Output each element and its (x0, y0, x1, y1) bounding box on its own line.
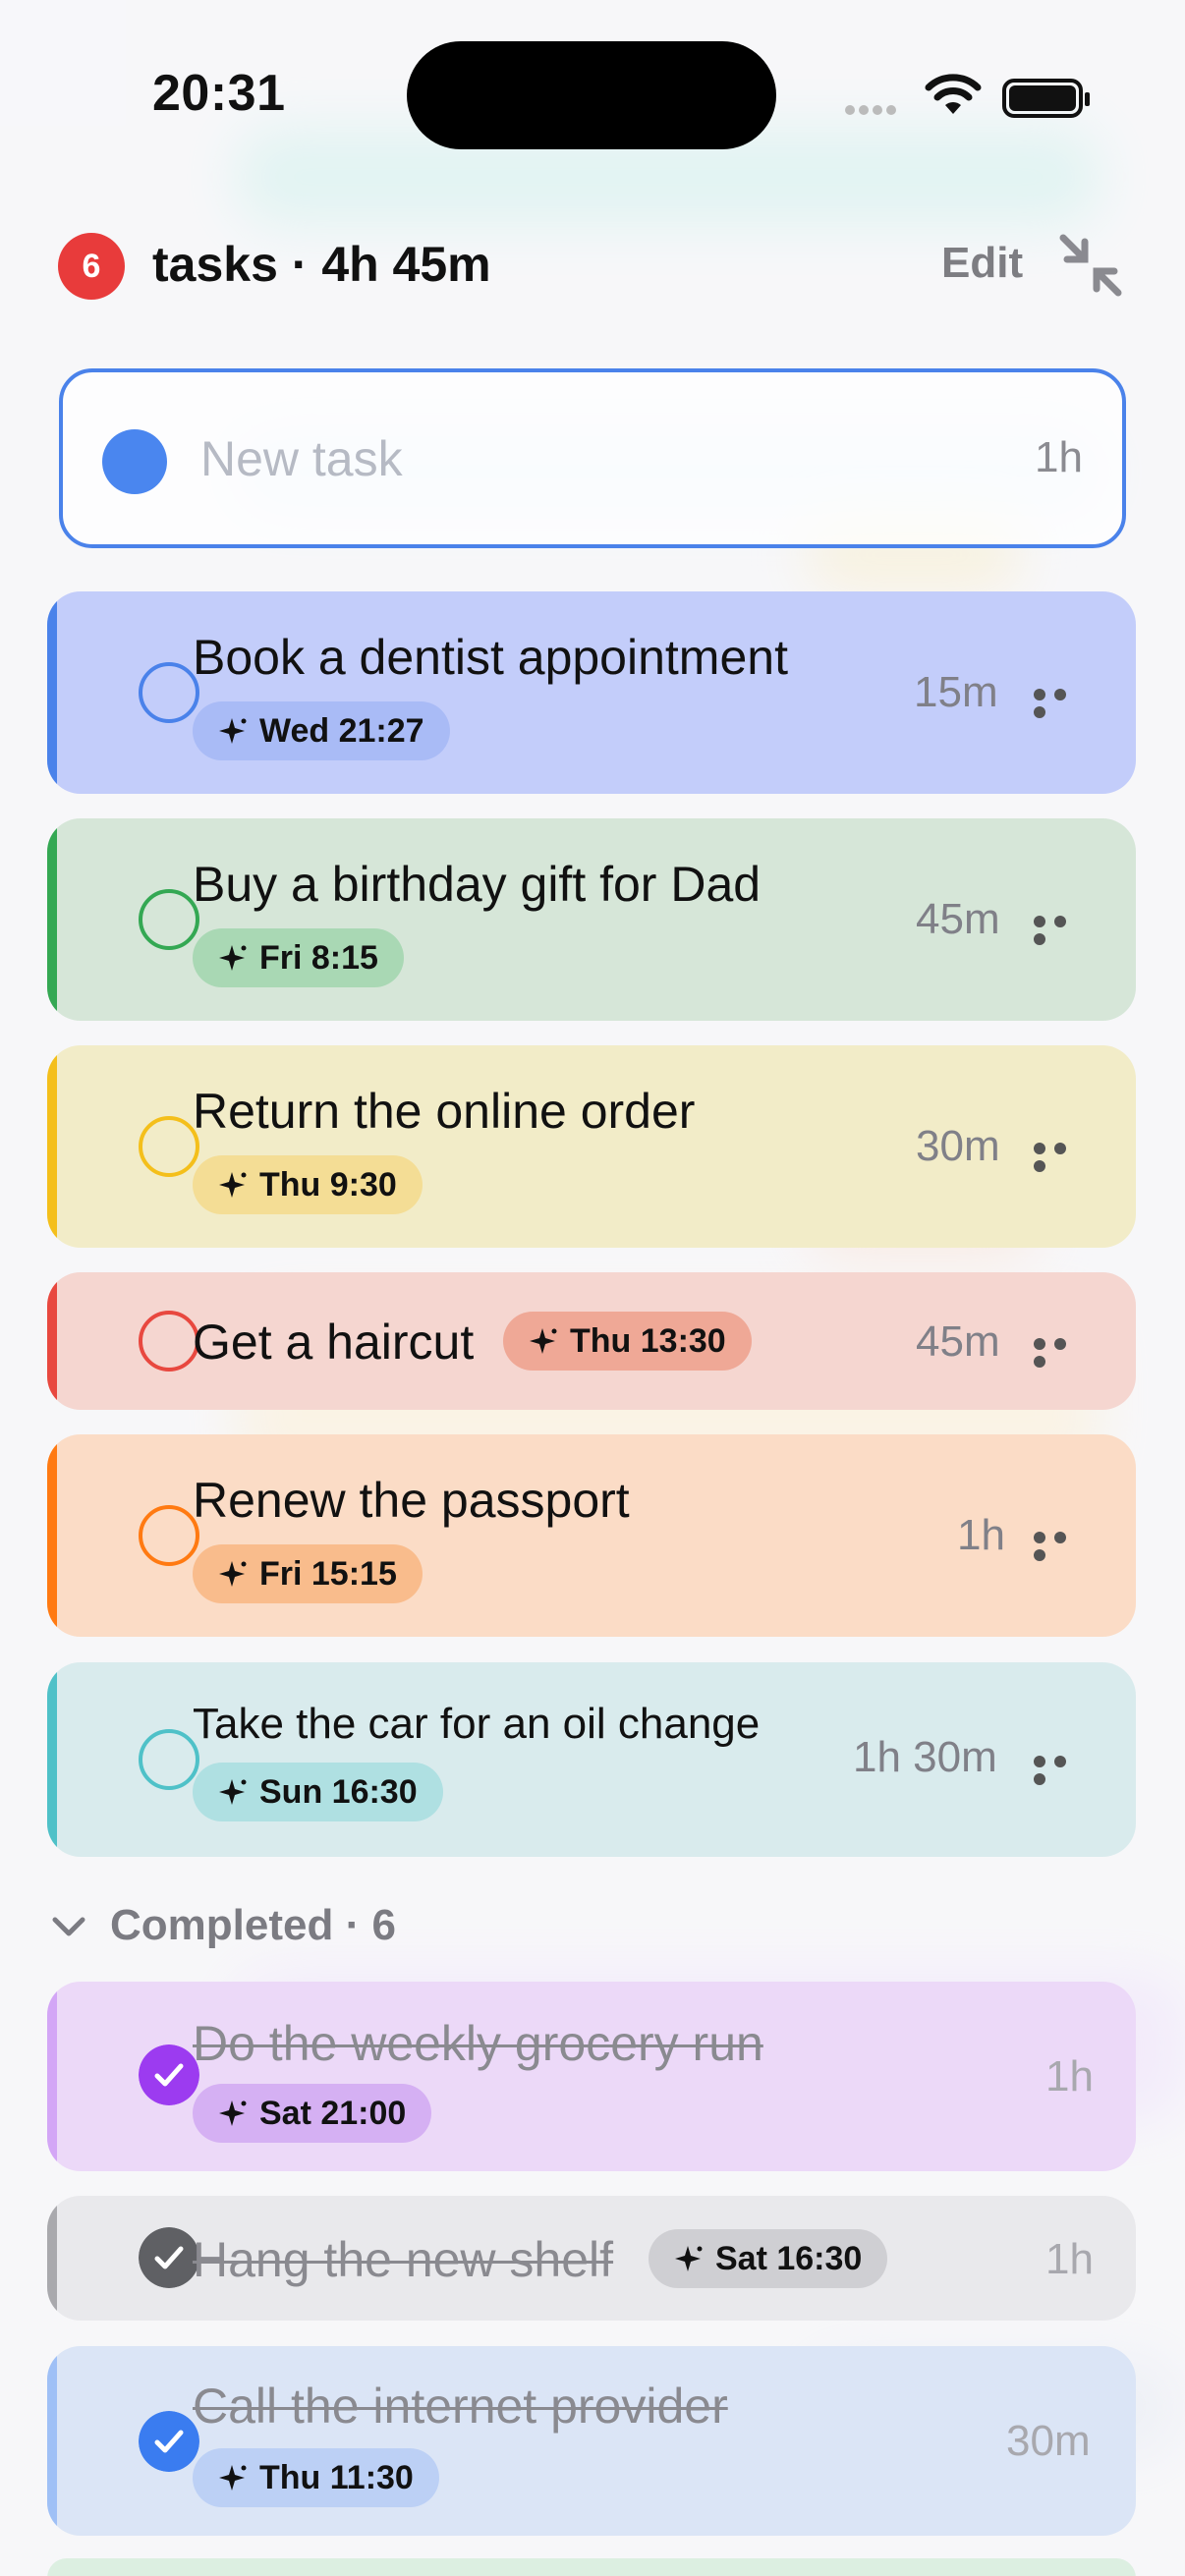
task-checkbox[interactable] (139, 1116, 199, 1177)
task-color-accent (47, 2346, 57, 2536)
new-task-duration[interactable]: 1h (1035, 433, 1083, 482)
task-schedule-text: Fri 8:15 (259, 939, 378, 977)
task-schedule-chip[interactable]: Wed 21:27 (193, 701, 450, 760)
task-duration[interactable]: 1h (1045, 2052, 1094, 2101)
task-card[interactable]: Return the online order Thu 9:30 30m (47, 1045, 1136, 1248)
task-title[interactable]: Take the car for an oil change (193, 1700, 760, 1749)
task-schedule-text: Sun 16:30 (259, 1773, 418, 1811)
task-card[interactable]: Book a dentist appointment Wed 21:27 15m (47, 591, 1136, 794)
task-title[interactable]: Return the online order (193, 1083, 695, 1140)
sparkle-icon (530, 1328, 557, 1354)
task-checkbox[interactable] (139, 1505, 199, 1566)
collapse-icon[interactable] (1051, 226, 1130, 305)
task-schedule-text: Thu 13:30 (570, 1322, 726, 1360)
task-title[interactable]: Hang the new shelf (193, 2231, 613, 2288)
task-schedule-chip[interactable]: Thu 11:30 (193, 2448, 439, 2507)
task-schedule-chip[interactable]: Fri 15:15 (193, 1544, 423, 1603)
task-duration[interactable]: 15m (914, 668, 998, 717)
color-dot-button[interactable] (102, 429, 167, 494)
more-options-icon[interactable] (1034, 688, 1093, 718)
sparkle-icon (219, 1561, 247, 1587)
task-title[interactable]: Buy a birthday gift for Dad (193, 856, 761, 913)
task-card-partial (47, 2558, 1136, 2576)
task-title[interactable]: Book a dentist appointment (193, 629, 788, 686)
task-schedule-chip[interactable]: Fri 8:15 (193, 928, 404, 987)
task-title[interactable]: Get a haircut (193, 1314, 474, 1371)
edit-button[interactable]: Edit (941, 239, 1023, 288)
battery-icon (1002, 79, 1090, 118)
task-duration[interactable]: 45m (916, 895, 1000, 944)
task-schedule-chip[interactable]: Thu 13:30 (503, 1312, 752, 1371)
task-schedule-text: Sat 21:00 (259, 2095, 407, 2132)
completed-section-toggle[interactable]: Completed · 6 (49, 1901, 396, 1950)
status-time: 20:31 (152, 65, 286, 122)
task-card[interactable]: Buy a birthday gift for Dad Fri 8:15 45m (47, 818, 1136, 1021)
task-duration[interactable]: 1h (957, 1511, 1005, 1560)
sparkle-icon (675, 2246, 703, 2271)
task-count-badge: 6 (58, 233, 125, 300)
task-schedule-text: Thu 9:30 (259, 1166, 397, 1204)
task-color-accent (47, 1272, 57, 1410)
task-duration[interactable]: 30m (1006, 2417, 1091, 2466)
more-options-icon[interactable] (1034, 1755, 1093, 1785)
task-title[interactable]: Renew the passport (193, 1472, 630, 1529)
task-title[interactable]: Call the internet provider (193, 2378, 728, 2435)
sparkle-icon (219, 1172, 247, 1198)
task-schedule-chip[interactable]: Sat 21:00 (193, 2084, 432, 2143)
task-duration[interactable]: 45m (916, 1317, 1000, 1367)
task-duration[interactable]: 30m (916, 1122, 1000, 1171)
task-color-accent (47, 1662, 57, 1857)
sparkle-icon (219, 2100, 247, 2126)
more-options-icon[interactable] (1034, 1142, 1093, 1172)
completed-task-card[interactable]: Hang the new shelf Sat 16:30 1h (47, 2196, 1136, 2321)
task-checkbox[interactable] (139, 662, 199, 723)
task-duration[interactable]: 1h 30m (853, 1733, 997, 1782)
task-schedule-chip[interactable]: Sat 16:30 (649, 2229, 888, 2288)
signal-icon (845, 102, 900, 120)
task-color-accent (47, 2196, 57, 2321)
task-schedule-text: Sat 16:30 (715, 2240, 863, 2277)
task-duration[interactable]: 1h (1045, 2235, 1094, 2284)
checked-checkbox-icon[interactable] (139, 2044, 199, 2105)
task-schedule-text: Fri 15:15 (259, 1555, 397, 1593)
more-options-icon[interactable] (1034, 1531, 1093, 1561)
more-options-icon[interactable] (1034, 915, 1093, 945)
task-checkbox[interactable] (139, 1311, 199, 1372)
page-title: tasks · 4h 45m (152, 237, 491, 292)
task-schedule-chip[interactable]: Thu 9:30 (193, 1155, 423, 1214)
more-options-icon[interactable] (1034, 1337, 1093, 1368)
task-schedule-chip[interactable]: Sun 16:30 (193, 1763, 443, 1821)
completed-label: Completed · 6 (110, 1901, 396, 1949)
checked-checkbox-icon[interactable] (139, 2227, 199, 2288)
task-card[interactable]: Renew the passport Fri 15:15 1h (47, 1434, 1136, 1637)
task-card[interactable]: Take the car for an oil change Sun 16:30… (47, 1662, 1136, 1857)
task-schedule-text: Wed 21:27 (259, 712, 424, 750)
task-color-accent (47, 591, 57, 794)
task-color-accent (47, 1982, 57, 2171)
task-title[interactable]: Do the weekly grocery run (193, 2015, 763, 2072)
status-icons (845, 71, 1090, 120)
new-task-field[interactable]: 1h (59, 368, 1126, 548)
task-schedule-text: Thu 11:30 (259, 2459, 414, 2496)
sparkle-icon (219, 945, 247, 971)
new-task-input[interactable] (200, 423, 888, 494)
task-checkbox[interactable] (139, 1729, 199, 1790)
task-color-accent (47, 818, 57, 1021)
wifi-icon (925, 74, 982, 114)
completed-task-card[interactable]: Call the internet provider Thu 11:30 30m (47, 2346, 1136, 2536)
task-checkbox[interactable] (139, 889, 199, 950)
dynamic-island (407, 41, 776, 149)
sparkle-icon (219, 2465, 247, 2491)
task-color-accent (47, 1434, 57, 1637)
task-card[interactable]: Get a haircut Thu 13:30 45m (47, 1272, 1136, 1410)
task-color-accent (47, 1045, 57, 1248)
checked-checkbox-icon[interactable] (139, 2411, 199, 2472)
chevron-down-icon (52, 1917, 85, 1936)
sparkle-icon (219, 718, 247, 744)
sparkle-icon (219, 1779, 247, 1805)
completed-task-card[interactable]: Do the weekly grocery run Sat 21:00 1h (47, 1982, 1136, 2171)
